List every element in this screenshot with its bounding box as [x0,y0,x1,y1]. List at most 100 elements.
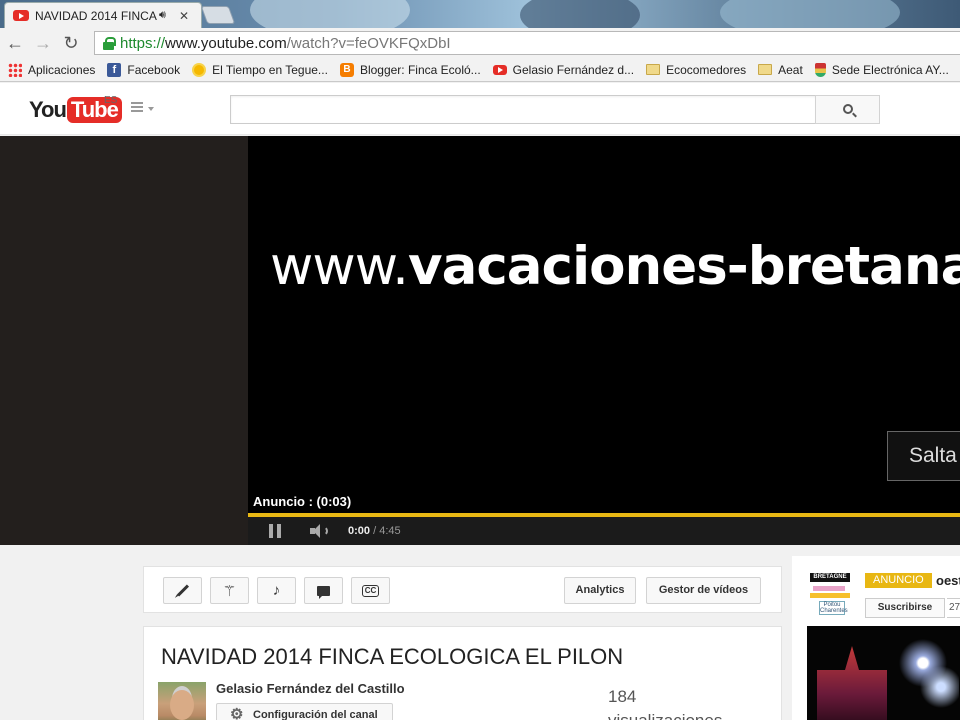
bookmark-aeat[interactable]: Aeat [758,63,803,77]
facebook-icon: f [107,62,122,77]
ad-badge: ANUNCIO [865,573,932,588]
folder-icon [646,64,661,75]
ad-url-www: www. [270,236,409,297]
youtube-favicon-icon [13,10,29,21]
bookmark-label: Ecocomedores [666,62,747,77]
lock-icon [103,36,116,50]
logo-region: ES [104,95,118,106]
subscribe-button[interactable]: Suscribirse [865,598,945,618]
subscriber-count: 27 [947,598,960,618]
bookmark-label: Aeat [778,62,803,77]
bookmark-label: El Tiempo en Tegue... [212,62,328,77]
bookmark-label: Gelasio Fernández d... [512,62,635,77]
ad-countdown-label: Anuncio : (0:03) [253,494,352,509]
video-title: NAVIDAD 2014 FINCA ECOLOGICA EL PILON [161,644,624,669]
time-total: / 4:45 [370,525,401,537]
bookmark-label: Sede Electrónica AY... [831,62,949,77]
new-tab-button[interactable] [200,6,236,24]
enhancements-button[interactable]: ⚚ [210,577,249,604]
bookmark-sede-electronica[interactable]: Sede Electrónica AY... [814,62,949,77]
close-tab-icon[interactable]: ✕ [179,9,189,23]
cc-icon: CC [361,584,380,597]
ad-channel-title[interactable]: oest [936,573,960,588]
back-arrow-icon[interactable]: ← [2,30,28,56]
url-scheme: https:// [120,34,166,52]
skip-ad-button[interactable]: Salta [887,431,960,481]
analytics-button[interactable]: Analytics [564,577,636,604]
music-note-icon: ♪ [272,582,281,599]
menu-line-icon [131,102,143,104]
tab-strip: NAVIDAD 2014 FINCA E 🔊︎ ✕ [0,0,960,28]
crest-icon [814,62,826,77]
channel-avatar[interactable] [158,682,206,720]
logo-you: You [29,97,67,122]
blogger-icon: B [339,62,354,77]
magic-wand-icon: ⚚ [222,582,237,600]
bookmark-label: Facebook [127,62,181,77]
menu-line-icon [131,110,143,112]
volume-icon[interactable] [310,524,330,538]
bookmark-label: Blogger: Finca Ecoló... [359,62,481,77]
speaker-icon: 🔊︎ [159,9,166,21]
video-player[interactable]: www.vacaciones-bretana. Salta Anuncio : … [248,136,960,514]
bookmark-el-tiempo[interactable]: El Tiempo en Tegue... [192,63,328,77]
annotations-button[interactable] [304,577,343,604]
bookmark-gelasio[interactable]: Gelasio Fernández d... [492,62,635,77]
advertiser-logo[interactable]: BRETAGNE Poitou Charentes [807,571,853,617]
youtube-masthead: You Tube ES [0,83,960,135]
video-manager-button[interactable]: Gestor de vídeos [646,577,761,604]
speech-bubble-icon [317,585,330,599]
logo-bretagne-text: BRETAGNE [810,573,850,582]
search-icon [843,104,853,114]
search-button[interactable] [815,95,880,124]
player-left-panel [0,136,248,545]
apps-icon [8,62,22,77]
url-host: www.youtube.com [165,34,287,52]
channel-settings-button[interactable]: ⚙ Configuración del canal [216,703,393,720]
youtube-icon [492,64,507,75]
view-count: 184 [608,687,637,706]
ad-url-domain: vacaciones-bretana. [408,236,960,297]
audio-button[interactable]: ♪ [257,577,296,604]
sidebar-ad: BRETAGNE Poitou Charentes ANUNCIO oest S… [792,556,960,720]
menu-line-icon [131,106,143,108]
view-count-label: visualizaciones [608,711,722,720]
wallpaper-blob [720,0,900,28]
edit-button[interactable] [163,577,202,604]
creator-actions-bar: ⚚ ♪ CC Analytics Gestor de vídeos [143,566,782,613]
ad-video-thumbnail[interactable] [807,626,960,720]
sun-icon [194,64,205,75]
browser-toolbar: ← → ↻ https://www.youtube.com/watch?v=fe… [0,28,960,58]
ad-video-text: www.vacaciones-bretana. [270,236,960,297]
subtitles-button[interactable]: CC [351,577,390,604]
pause-icon[interactable] [269,524,281,538]
video-info-card: NAVIDAD 2014 FINCA ECOLOGICA EL PILON Ge… [143,626,782,720]
bookmark-facebook[interactable]: f Facebook [107,62,181,77]
pencil-icon [176,584,189,597]
bookmarks-bar: Aplicaciones f Facebook El Tiempo en Tegu… [0,58,960,82]
logo-region-text: Poitou Charentes [819,601,848,615]
gear-icon: ⚙ [230,706,244,720]
wallpaper-blob [520,0,640,28]
tab-title: NAVIDAD 2014 FINCA E [35,8,157,23]
channel-name-link[interactable]: Gelasio Fernández del Castillo [216,681,405,696]
url-path: /watch?v=feOVKFQxDbI [286,34,451,52]
reload-icon[interactable]: ↻ [58,30,84,56]
bookmark-blogger[interactable]: B Blogger: Finca Ecoló... [339,62,481,77]
guide-menu-button[interactable] [131,102,155,116]
time-current: 0:00 [348,525,371,537]
bookmark-label: Aplicaciones [28,62,96,77]
bookmark-ecocomedores[interactable]: Ecocomedores [646,63,746,77]
player-controls: 0:00 / 4:45 [248,517,960,545]
light-effect-image [899,631,959,711]
bookmark-apps[interactable]: Aplicaciones [8,62,96,77]
search-input[interactable] [230,95,816,124]
folder-icon [758,64,773,75]
address-bar[interactable]: https://www.youtube.com/watch?v=feOVKFQx… [94,31,960,55]
time-display: 0:00 / 4:45 [348,525,401,537]
church-image [817,646,887,720]
chevron-down-icon [148,107,154,111]
channel-settings-label: Configuración del canal [253,709,378,720]
forward-arrow-icon[interactable]: → [30,30,56,56]
browser-tab-active[interactable]: NAVIDAD 2014 FINCA E 🔊︎ ✕ [4,2,202,28]
